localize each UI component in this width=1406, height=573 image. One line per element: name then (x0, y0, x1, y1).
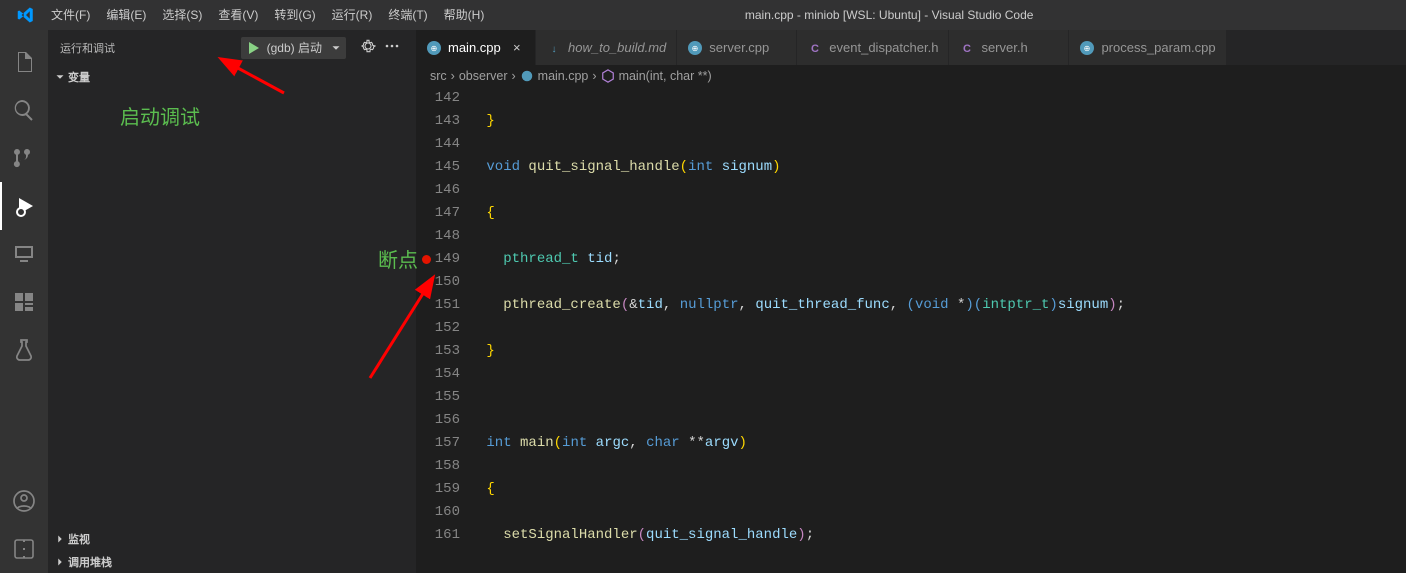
tab-how-to-build[interactable]: ↓ how_to_build.md (536, 30, 677, 65)
search-icon[interactable] (0, 86, 48, 134)
gear-icon[interactable] (356, 38, 380, 57)
source-control-icon[interactable] (0, 134, 48, 182)
crumb-file[interactable]: main.cpp (520, 69, 589, 83)
tab-label: process_param.cpp (1101, 40, 1215, 55)
menu-run[interactable]: 运行(R) (324, 0, 381, 30)
line-gutter[interactable]: 142 143 144 145 146 147 148 149 150 151 … (416, 87, 478, 573)
section-variables-label: 变量 (68, 69, 90, 85)
section-callstack: 调用堆栈 (48, 550, 416, 573)
menu-edit[interactable]: 编辑(E) (98, 0, 154, 30)
svg-text:⊕: ⊕ (1084, 44, 1091, 53)
tab-server-h[interactable]: C server.h (949, 30, 1069, 65)
sidebar-header: 运行和调试 (gdb) 启动 (48, 30, 416, 65)
manage-icon[interactable] (0, 525, 48, 573)
svg-text:↓: ↓ (552, 44, 557, 55)
editor-tabs: ⊕ main.cpp × ↓ how_to_build.md ⊕ server.… (416, 30, 1406, 65)
svg-text:C: C (963, 43, 971, 55)
remote-explorer-icon[interactable] (0, 230, 48, 278)
breadcrumb[interactable]: src › observer › main.cpp › main(int, ch… (416, 65, 1406, 87)
tab-process-param[interactable]: ⊕ process_param.cpp (1069, 30, 1226, 65)
run-config-selector[interactable]: (gdb) 启动 (241, 37, 346, 59)
code-body[interactable]: } void quit_signal_handle(int signum) { … (478, 87, 1406, 573)
crumb-src[interactable]: src (430, 69, 447, 83)
chevron-down-icon (52, 70, 68, 84)
tab-label: server.h (981, 40, 1027, 55)
debug-config-name[interactable]: (gdb) 启动 (265, 39, 326, 56)
md-file-icon: ↓ (546, 40, 562, 56)
cpp-file-icon: ⊕ (426, 40, 442, 56)
testing-icon[interactable] (0, 326, 48, 374)
chevron-down-icon[interactable] (326, 41, 346, 55)
menu-terminal[interactable]: 终端(T) (380, 0, 435, 30)
editor-area: ⊕ main.cpp × ↓ how_to_build.md ⊕ server.… (416, 30, 1406, 573)
breakpoint-icon[interactable] (422, 255, 431, 264)
chevron-right-icon (52, 532, 68, 546)
tab-label: how_to_build.md (568, 40, 666, 55)
section-watch-header[interactable]: 监视 (48, 528, 416, 550)
extensions-icon[interactable] (0, 278, 48, 326)
menu-bar: 文件(F) 编辑(E) 选择(S) 查看(V) 转到(G) 运行(R) 终端(T… (43, 0, 492, 30)
crumb-file-label: main.cpp (538, 69, 589, 83)
tab-label: main.cpp (448, 40, 501, 55)
chevron-right-icon (52, 555, 68, 569)
c-file-icon: C (959, 40, 975, 56)
tab-label: server.cpp (709, 40, 769, 55)
chevron-right-icon: › (451, 69, 455, 83)
run-debug-icon[interactable] (0, 182, 48, 230)
menu-view[interactable]: 查看(V) (210, 0, 266, 30)
svg-text:C: C (811, 43, 819, 55)
menu-file[interactable]: 文件(F) (43, 0, 98, 30)
vscode-logo-icon (8, 6, 43, 24)
more-icon[interactable] (380, 38, 404, 57)
c-file-icon: C (807, 40, 823, 56)
chevron-right-icon: › (511, 69, 515, 83)
svg-text:⊕: ⊕ (431, 44, 438, 53)
accounts-icon[interactable] (0, 477, 48, 525)
svg-text:⊕: ⊕ (692, 44, 699, 53)
tab-server-cpp[interactable]: ⊕ server.cpp (677, 30, 797, 65)
sidebar-title: 运行和调试 (60, 40, 241, 56)
section-variables-header[interactable]: 变量 (48, 66, 416, 88)
cpp-file-icon: ⊕ (687, 40, 703, 56)
section-callstack-label: 调用堆栈 (68, 554, 112, 570)
crumb-symbol-label: main(int, char **) (619, 69, 712, 83)
menu-help[interactable]: 帮助(H) (436, 0, 493, 30)
window-title: main.cpp - miniob [WSL: Ubuntu] - Visual… (492, 8, 1286, 22)
tab-event-dispatcher[interactable]: C event_dispatcher.h (797, 30, 949, 65)
tab-label: event_dispatcher.h (829, 40, 938, 55)
section-variables: 变量 (48, 65, 416, 527)
close-icon[interactable]: × (509, 40, 525, 55)
section-callstack-header[interactable]: 调用堆栈 (48, 551, 416, 573)
code-editor[interactable]: 142 143 144 145 146 147 148 149 150 151 … (416, 87, 1406, 573)
tab-main-cpp[interactable]: ⊕ main.cpp × (416, 30, 536, 65)
menu-selection[interactable]: 选择(S) (154, 0, 210, 30)
method-icon (601, 69, 615, 83)
cpp-file-icon: ⊕ (1079, 40, 1095, 56)
activity-bar (0, 30, 48, 573)
sidebar: 运行和调试 (gdb) 启动 变量 (48, 30, 416, 573)
explorer-icon[interactable] (0, 38, 48, 86)
crumb-observer[interactable]: observer (459, 69, 508, 83)
section-watch: 监视 (48, 527, 416, 550)
chevron-right-icon: › (592, 69, 596, 83)
section-watch-label: 监视 (68, 531, 90, 547)
crumb-symbol[interactable]: main(int, char **) (601, 69, 712, 83)
title-bar: 文件(F) 编辑(E) 选择(S) 查看(V) 转到(G) 运行(R) 终端(T… (0, 0, 1406, 30)
menu-go[interactable]: 转到(G) (266, 0, 323, 30)
cpp-file-icon (520, 69, 534, 83)
start-debug-button[interactable] (241, 37, 265, 59)
